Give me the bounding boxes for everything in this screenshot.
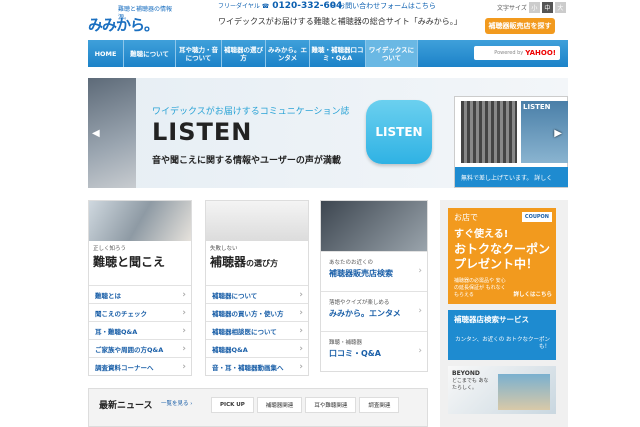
- tab-hearing-aid[interactable]: 補聴器関連: [256, 397, 303, 413]
- link-sub: 落語やクイズが楽しめる: [329, 300, 390, 306]
- search-input[interactable]: Powered by YAHOO!: [474, 46, 560, 60]
- store-search-link[interactable]: あなたのお近くの 補聴器販売店検索: [321, 251, 427, 291]
- tab-ear[interactable]: 耳や難聴関連: [305, 397, 357, 413]
- banner-sub: カンタン、お近くの おトクなクーポンも！: [455, 337, 550, 350]
- logo-text: みみから。: [88, 16, 159, 34]
- font-size-large[interactable]: 大: [554, 2, 566, 13]
- link-title: 口コミ・Q&A: [329, 349, 381, 358]
- nav-about-widex[interactable]: ワイデックスについて: [366, 40, 418, 67]
- search-powered: Powered by: [494, 50, 524, 56]
- nav-ear-sound[interactable]: 耳や聴力・音について: [176, 40, 222, 67]
- font-size-switcher: 文字サイズ 小 中 大: [497, 2, 566, 13]
- link-title: みみから。エンタメ: [329, 309, 401, 318]
- nav-choose-aid[interactable]: 補聴器の選び方: [222, 40, 266, 67]
- section-small: 失敗しない: [210, 246, 238, 252]
- font-size-medium[interactable]: 中: [541, 2, 553, 13]
- font-size-small[interactable]: 小: [528, 2, 540, 13]
- section-photo: [89, 201, 191, 241]
- section-heading: 正しく知ろう 難聴と聞こえ: [89, 241, 191, 285]
- coupon-banner[interactable]: COUPON お店で すぐ使える! おトクなクーポン プレゼント中！ 補聴器の必…: [448, 208, 556, 304]
- contact-link-label: お問い合わせフォームはこちら: [338, 2, 436, 10]
- hero-description: 音や聞こえに関する情報やユーザーの声が満載: [152, 156, 341, 166]
- tab-pickup[interactable]: PICK UP: [211, 397, 254, 413]
- freedial-label: フリーダイヤル: [218, 3, 260, 10]
- nav-home[interactable]: HOME: [88, 40, 124, 67]
- yahoo-logo: YAHOO!: [525, 49, 556, 57]
- laptop-photo: [321, 201, 427, 251]
- prev-arrow-icon[interactable]: ◀: [92, 128, 100, 139]
- section-title-suffix: の選び方: [246, 259, 279, 268]
- coupon-line4: 補聴器の必需品や 安心の延長保証が もれなくもらえる: [454, 278, 506, 298]
- section-hearing-loss: 正しく知ろう 難聴と聞こえ 難聴とは 聞こえのチェック 耳・難聴Q&A ご家族や…: [88, 200, 192, 376]
- coupon-line3: おトクなクーポン プレゼント中！: [454, 242, 551, 271]
- news-section: 最新ニュース 一覧を見る › PICK UP 補聴器関連 耳や難聴関連 調査関連: [88, 388, 428, 427]
- next-arrow-icon[interactable]: ▶: [554, 128, 562, 139]
- coupon-tag: COUPON: [521, 212, 552, 222]
- section-small: 正しく知ろう: [93, 246, 127, 252]
- reviews-link[interactable]: 難聴・補聴器 口コミ・Q&A: [321, 331, 427, 371]
- site-tagline: ワイデックスがお届けする難聴と補聴器の総合サイト「みみから。」: [218, 17, 462, 26]
- magazine-thumb: [461, 101, 517, 163]
- link-sub: 難聴・補聴器: [329, 340, 363, 346]
- link-item[interactable]: 補聴器相談医について: [206, 321, 308, 339]
- link-item[interactable]: 調査資料コーナーへ: [89, 357, 191, 375]
- banner-sub: どこまでも あなたらしく。: [452, 378, 489, 391]
- section-title-main: 補聴器: [210, 255, 247, 269]
- phone-icon: ☎: [259, 3, 270, 10]
- hero-banner[interactable]: ◀ ワイデックスがお届けするコミュニケーション誌 LISTEN 音や聞こえに関す…: [88, 78, 568, 188]
- coupon-link[interactable]: 詳しくはこちら: [513, 290, 552, 298]
- hero-title: LISTEN: [152, 118, 253, 146]
- link-item[interactable]: 補聴器Q&A: [206, 339, 308, 357]
- link-item[interactable]: ご家族や周囲の方Q&A: [89, 339, 191, 357]
- font-size-label: 文字サイズ: [497, 5, 527, 12]
- section-title: 補聴器の選び方: [210, 253, 304, 270]
- link-sub: あなたのお近くの: [329, 260, 374, 266]
- right-sidebar: COUPON お店で すぐ使える! おトクなクーポン プレゼント中！ 補聴器の必…: [440, 200, 568, 427]
- hero-subtitle: ワイデックスがお届けするコミュニケーション誌: [152, 107, 350, 117]
- global-nav: HOME 難聴について 耳や聴力・音について 補聴器の選び方 みみから。エンタメ…: [88, 40, 568, 67]
- freedial: フリーダイヤル ☎ 0120-332-604: [218, 1, 342, 11]
- news-title: 最新ニュース: [99, 401, 153, 411]
- link-item[interactable]: 音・耳・補聴器動画集へ: [206, 357, 308, 375]
- section-heading: 失敗しない 補聴器の選び方: [206, 241, 308, 285]
- link-title: 補聴器販売店検索: [329, 269, 393, 278]
- mail-icon: ✉: [330, 2, 339, 10]
- link-item[interactable]: 補聴器の買い方・使い方: [206, 303, 308, 321]
- entertainment-link[interactable]: 落語やクイズが楽しめる みみから。エンタメ: [321, 291, 427, 331]
- link-item[interactable]: 難聴とは: [89, 285, 191, 303]
- section-photo: [206, 201, 308, 241]
- hero-free-text[interactable]: 無料で差し上げています。 詳しく: [455, 167, 568, 187]
- tab-research[interactable]: 調査関連: [359, 397, 400, 413]
- section-services: あなたのお近くの 補聴器販売店検索 落語やクイズが楽しめる みみから。エンタメ …: [320, 200, 428, 372]
- listen-badge: LISTEN: [366, 100, 432, 164]
- nav-entertainment[interactable]: みみから。エンタメ: [266, 40, 310, 67]
- link-item[interactable]: 耳・難聴Q&A: [89, 321, 191, 339]
- section-title: 難聴と聞こえ: [93, 255, 166, 269]
- section-choose-aid: 失敗しない 補聴器の選び方 補聴器について 補聴器の買い方・使い方 補聴器相談医…: [205, 200, 309, 376]
- coupon-line2: すぐ使える!: [454, 229, 509, 240]
- site-logo[interactable]: 難聴と補聴器の情報源。 みみから。: [88, 6, 180, 38]
- banner-title: 補聴器店検索サービス: [454, 315, 529, 324]
- link-item[interactable]: 聞こえのチェック: [89, 303, 191, 321]
- nav-hearing-loss[interactable]: 難聴について: [124, 40, 176, 67]
- news-tabs: PICK UP 補聴器関連 耳や難聴関連 調査関連: [211, 397, 400, 413]
- banner-photo: [498, 374, 550, 410]
- hero-magazine-thumbs: LISTEN 無料で差し上げています。 詳しく: [454, 96, 568, 188]
- news-all-link[interactable]: 一覧を見る ›: [161, 399, 192, 407]
- store-search-banner[interactable]: 補聴器店検索サービス カンタン、お近くの おトクなクーポンも！: [448, 310, 556, 360]
- contact-link[interactable]: ✉ お問い合わせフォームはこちら: [330, 1, 436, 11]
- beyond-banner[interactable]: BEYOND どこまでも あなたらしく。: [448, 366, 556, 414]
- link-item[interactable]: 補聴器について: [206, 285, 308, 303]
- find-store-button[interactable]: 補聴器販売店を探す: [485, 18, 555, 34]
- nav-reviews[interactable]: 難聴・補聴器口コミ・Q&A: [310, 40, 366, 67]
